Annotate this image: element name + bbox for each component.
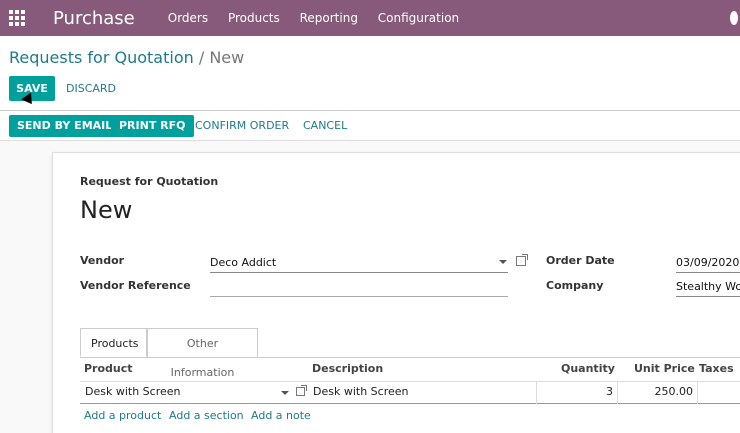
row-unit-price-cell[interactable]: 250.00 xyxy=(620,385,694,398)
tab-other-information[interactable]: Other Information xyxy=(147,328,258,379)
column-header-quantity[interactable]: Quantity xyxy=(561,362,615,375)
apps-menu-icon[interactable] xyxy=(0,0,34,36)
column-divider xyxy=(536,381,537,404)
breadcrumb-current: New xyxy=(209,48,245,67)
company-underline xyxy=(676,296,740,297)
column-header-taxes[interactable]: Taxes xyxy=(699,362,734,375)
control-panel: Requests for Quotation / New SAVE DISCAR… xyxy=(0,36,740,111)
print-rfq-button[interactable]: PRINT RFQ xyxy=(111,115,194,137)
send-by-email-button[interactable]: SEND BY EMAIL xyxy=(9,115,121,137)
row-product-cell[interactable]: Desk with Screen xyxy=(85,385,181,398)
chevron-down-icon[interactable] xyxy=(281,391,289,395)
chevron-down-icon[interactable] xyxy=(499,260,507,264)
menu-reporting[interactable]: Reporting xyxy=(300,11,358,25)
status-bar: SEND BY EMAIL PRINT RFQ CONFIRM ORDER CA… xyxy=(0,111,740,141)
vendor-field[interactable]: Deco Addict xyxy=(210,256,276,269)
apps-grid-icon xyxy=(9,10,25,26)
order-date-label: Order Date xyxy=(546,254,615,267)
external-link-icon[interactable] xyxy=(296,385,307,396)
breadcrumb-separator: / xyxy=(198,48,205,67)
column-header-unit-price[interactable]: Unit Price xyxy=(634,362,695,375)
row-quantity-cell[interactable]: 3 xyxy=(540,385,613,398)
menu-orders[interactable]: Orders xyxy=(168,11,208,25)
breadcrumb: Requests for Quotation / New xyxy=(9,48,244,67)
menu-products[interactable]: Products xyxy=(228,11,280,25)
app-name[interactable]: Purchase xyxy=(53,8,135,29)
add-note-link[interactable]: Add a note xyxy=(251,409,311,422)
company-label: Company xyxy=(546,279,604,292)
add-product-link[interactable]: Add a product xyxy=(84,409,161,422)
menu-configuration[interactable]: Configuration xyxy=(378,11,459,25)
user-avatar[interactable] xyxy=(730,11,738,25)
column-header-description[interactable]: Description xyxy=(312,362,383,375)
row-description-cell[interactable]: Desk with Screen xyxy=(313,385,409,398)
vendor-underline xyxy=(210,272,508,273)
add-section-link[interactable]: Add a section xyxy=(169,409,244,422)
order-date-underline xyxy=(676,272,740,273)
discard-button[interactable]: DISCARD xyxy=(66,82,116,95)
vendor-label: Vendor xyxy=(80,254,125,267)
vendor-reference-label: Vendor Reference xyxy=(80,279,191,292)
external-link-icon[interactable] xyxy=(516,254,528,266)
column-divider xyxy=(697,381,698,404)
document-name: New xyxy=(80,196,133,224)
breadcrumb-parent[interactable]: Requests for Quotation xyxy=(9,48,194,67)
column-divider xyxy=(617,381,618,404)
vendor-reference-underline xyxy=(210,296,508,297)
company-field[interactable]: Stealthy Woo xyxy=(676,280,740,293)
document-type: Request for Quotation xyxy=(80,175,219,188)
top-navbar: Purchase Orders Products Reporting Confi… xyxy=(0,0,740,36)
column-header-product[interactable]: Product xyxy=(84,362,133,375)
tab-products[interactable]: Products xyxy=(80,328,147,357)
order-date-field[interactable]: 03/09/2020 xyxy=(676,256,739,269)
cancel-button[interactable]: CANCEL xyxy=(303,119,347,132)
main-menu: Orders Products Reporting Configuration xyxy=(168,11,475,25)
confirm-order-button[interactable]: CONFIRM ORDER xyxy=(195,119,289,132)
